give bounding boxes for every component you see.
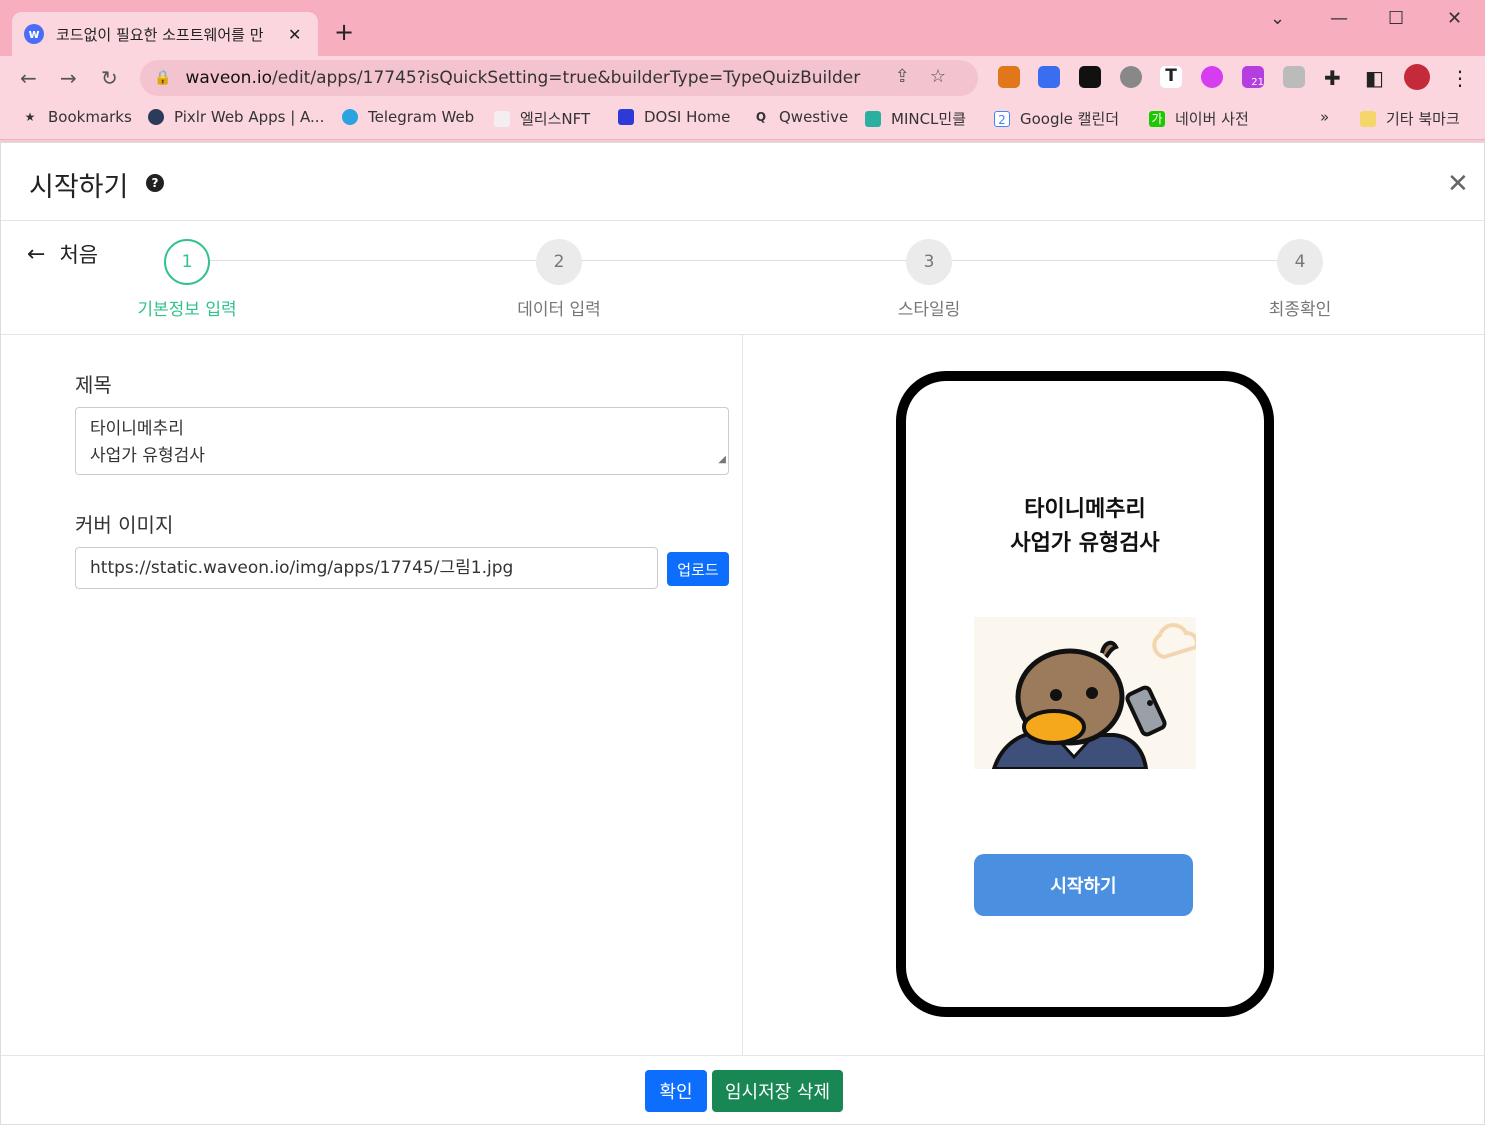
modal-footer: 확인 임시저장 삭제 [1, 1055, 1484, 1125]
calendar-icon: 2 [994, 110, 1010, 127]
help-icon[interactable]: ? [146, 174, 164, 192]
step-progress: ← 처음 1 기본정보 입력 2 데이터 입력 3 스타일링 4 최종확인 [1, 221, 1484, 335]
profile-avatar[interactable] [1404, 64, 1430, 90]
naver-dict-icon: 가 [1149, 110, 1165, 127]
qwestive-icon: Q [755, 110, 767, 124]
title-line: 타이니메추리 [90, 419, 184, 439]
phone-preview: 타이니메추리 사업가 유형검사 시작하기 [896, 371, 1274, 1017]
extension-icon[interactable] [1079, 66, 1101, 88]
cover-image-label: 커버 이미지 [75, 513, 174, 537]
reload-icon[interactable]: ↻ [101, 66, 118, 90]
step-label: 데이터 입력 [517, 300, 601, 320]
step-3[interactable]: 3 스타일링 [859, 239, 999, 320]
tab-search-icon[interactable]: ⌄ [1270, 8, 1285, 29]
bookmark-item[interactable]: 가 네이버 사전 [1149, 108, 1249, 129]
step-number: 3 [906, 239, 952, 285]
bookmark-item[interactable]: MINCL민클 [865, 108, 966, 129]
step-1[interactable]: 1 기본정보 입력 [117, 239, 257, 320]
preview-title-line: 타이니메추리 [1024, 497, 1146, 522]
address-bar[interactable]: 🔒 waveon.io/edit/apps/17745?isQuickSetti… [140, 60, 978, 96]
waveon-favicon: w [24, 24, 44, 44]
translate-extension-icon[interactable]: T [1160, 66, 1182, 88]
rabbit-icon [494, 110, 510, 127]
star-icon: ★ [24, 110, 36, 124]
preview-panel: 타이니메추리 사업가 유형검사 시작하기 [744, 335, 1484, 1055]
new-tab-icon[interactable]: + [334, 18, 354, 46]
preview-title-line: 사업가 유형검사 [1010, 531, 1160, 556]
extension-icon[interactable] [1038, 66, 1060, 88]
extension-icon[interactable] [1120, 66, 1142, 88]
share-icon[interactable]: ⇪ [895, 66, 930, 87]
bookmark-item[interactable]: 2 Google 캘린더 [994, 108, 1119, 129]
step-number: 1 [164, 239, 210, 285]
upload-button[interactable]: 업로드 [667, 552, 729, 586]
modal-close-icon[interactable]: ✕ [1447, 169, 1469, 199]
quail-character-illustration [991, 623, 1196, 769]
bookmark-item[interactable]: Q Qwestive [753, 108, 848, 126]
preview-start-button[interactable]: 시작하기 [974, 854, 1193, 916]
folder-icon [1360, 110, 1376, 127]
step-2[interactable]: 2 데이터 입력 [489, 239, 629, 320]
notification-extension-icon[interactable]: 21 [1242, 66, 1264, 88]
extension-icon[interactable] [1283, 66, 1305, 88]
step-connector [209, 260, 1279, 261]
form-panel: 제목 타이니메추리 사업가 유형검사 ◢ 커버 이미지 https://stat… [1, 335, 743, 1055]
metamask-extension-icon[interactable] [998, 66, 1020, 88]
bookmark-item[interactable]: 엘리스NFT [494, 108, 590, 129]
cover-url-input[interactable]: https://static.waveon.io/img/apps/17745/… [75, 547, 658, 589]
url-text: waveon.io/edit/apps/17745?isQuickSetting… [185, 68, 861, 88]
step-label: 최종확인 [1268, 300, 1332, 320]
pixlr-icon [148, 109, 164, 125]
title-field-label: 제목 [75, 373, 112, 397]
bookmark-item[interactable]: Pixlr Web Apps | A... [148, 108, 324, 126]
bookmark-item[interactable]: ★ Bookmarks [22, 108, 132, 126]
arrow-left-icon: ← [27, 241, 46, 267]
other-bookmarks[interactable]: 기타 북마크 [1360, 108, 1460, 129]
extensions-puzzle-icon[interactable]: ✚ [1324, 66, 1341, 90]
browser-tab[interactable]: w 코드없이 필요한 소프트웨어를 만 ✕ [12, 12, 318, 56]
forward-icon[interactable]: → [60, 66, 77, 90]
minimize-icon[interactable]: — [1330, 8, 1348, 29]
step-label: 스타일링 [897, 300, 961, 320]
step-number: 2 [536, 239, 582, 285]
lock-icon[interactable]: 🔒 [154, 70, 171, 86]
window-close-icon[interactable]: ✕ [1447, 8, 1462, 29]
step-label: 기본정보 입력 [137, 300, 237, 320]
back-icon[interactable]: ← [20, 66, 37, 90]
modal-header: 시작하기 ? ✕ [1, 143, 1484, 221]
bookmarks-overflow-icon[interactable]: » [1320, 108, 1329, 126]
title-line: 사업가 유형검사 [90, 446, 205, 466]
browser-chrome: w 코드없이 필요한 소프트웨어를 만 ✕ + ⌄ — ☐ ✕ ← → ↻ 🔒 … [0, 0, 1485, 142]
step-number: 4 [1277, 239, 1323, 285]
side-panel-icon[interactable]: ◧ [1365, 66, 1384, 90]
modal-title: 시작하기 [29, 172, 129, 203]
telegram-icon [342, 109, 358, 125]
mincl-icon [865, 110, 881, 127]
bookmark-item[interactable]: Telegram Web [342, 108, 474, 126]
tab-close-icon[interactable]: ✕ [288, 25, 301, 44]
confirm-button[interactable]: 확인 [645, 1070, 707, 1112]
extension-icon[interactable] [1201, 66, 1223, 88]
back-to-start-button[interactable]: ← 처음 [27, 239, 98, 269]
menu-kebab-icon[interactable]: ⋮ [1450, 66, 1470, 90]
bookmark-star-icon[interactable]: ☆ [930, 66, 966, 87]
setup-modal: 시작하기 ? ✕ ← 처음 1 기본정보 입력 2 데이터 입력 3 스타일링 … [0, 142, 1485, 1125]
tab-title: 코드없이 필요한 소프트웨어를 만 [56, 25, 264, 44]
cover-image [974, 617, 1196, 769]
resize-grip-icon[interactable]: ◢ [718, 446, 726, 473]
preview-title: 타이니메추리 사업가 유형검사 [906, 493, 1264, 561]
bookmark-item[interactable]: DOSI Home [618, 108, 730, 126]
delete-draft-button[interactable]: 임시저장 삭제 [712, 1070, 843, 1112]
title-textarea[interactable]: 타이니메추리 사업가 유형검사 ◢ [75, 407, 729, 475]
step-4[interactable]: 4 최종확인 [1230, 239, 1370, 320]
back-label: 처음 [59, 243, 99, 267]
maximize-icon[interactable]: ☐ [1388, 8, 1404, 29]
dosi-icon [618, 109, 634, 125]
